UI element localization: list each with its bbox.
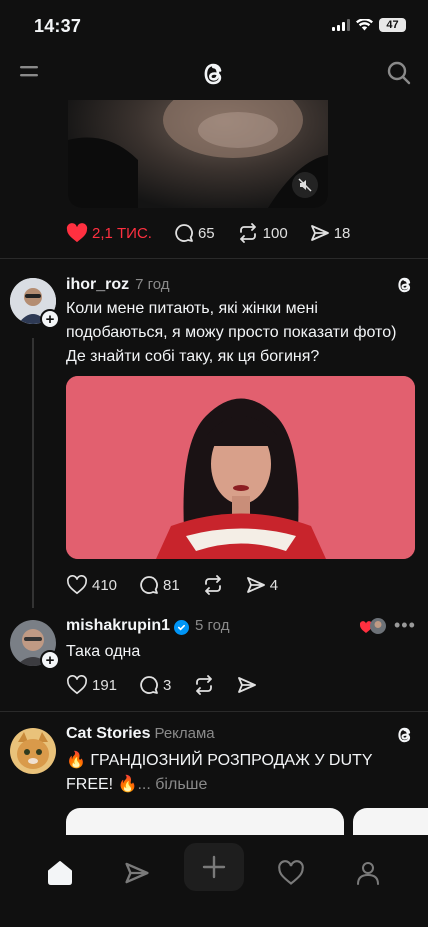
comment-icon xyxy=(140,676,158,694)
share-button[interactable]: 18 xyxy=(310,223,351,243)
like-button[interactable]: 2,1 ТИС. xyxy=(66,223,152,243)
ad-text-body: 🔥 ГРАНДІОЗНИЙ РОЗПРОДАЖ У DUTY FREE! 🔥 xyxy=(66,752,373,793)
username-text[interactable]: ihor_roz xyxy=(66,276,129,293)
share-button[interactable]: 4 xyxy=(246,575,278,595)
heart-filled-icon xyxy=(66,223,88,243)
threads-icon[interactable] xyxy=(394,274,416,296)
status-bar: 14:37 47 xyxy=(0,0,428,50)
comment-button[interactable]: 3 xyxy=(139,675,171,695)
threads-icon[interactable] xyxy=(394,724,416,746)
send-icon xyxy=(246,577,265,593)
status-icons: 47 xyxy=(332,18,406,32)
wifi-icon xyxy=(356,19,373,31)
send-icon xyxy=(310,225,329,241)
username-text[interactable]: Cat Stories xyxy=(66,725,150,742)
like-count: 191 xyxy=(92,676,118,694)
comment-icon xyxy=(175,224,193,242)
post-username[interactable]: ihor_roz 7 год xyxy=(66,276,170,294)
tab-profile[interactable] xyxy=(348,853,388,893)
mute-button[interactable] xyxy=(292,172,318,198)
repost-button[interactable] xyxy=(193,675,215,695)
comment-count: 65 xyxy=(197,224,215,242)
post-text: Коли мене питають, які жінки мені подоба… xyxy=(66,300,397,365)
reply-actions: 191 3 xyxy=(66,675,279,695)
repost-icon xyxy=(204,575,221,595)
tab-home[interactable] xyxy=(40,853,80,893)
repost-icon xyxy=(196,675,213,695)
author-liked-icon xyxy=(359,618,386,634)
send-icon xyxy=(238,677,257,693)
comment-count: 3 xyxy=(163,676,172,694)
divider xyxy=(0,258,428,259)
comment-count: 81 xyxy=(163,576,180,594)
heart-icon xyxy=(67,675,87,695)
comment-button[interactable]: 81 xyxy=(139,575,180,595)
tab-activity-send[interactable] xyxy=(117,853,157,893)
more-options-icon[interactable]: ••• xyxy=(394,615,416,636)
heart-icon xyxy=(67,575,87,595)
verified-badge-icon xyxy=(174,620,190,635)
share-count: 18 xyxy=(333,224,351,242)
reply-text: Така одна xyxy=(66,643,141,660)
profile-icon xyxy=(357,862,379,885)
ad-username[interactable]: Cat Stories Реклама xyxy=(66,725,215,743)
post-video[interactable] xyxy=(68,100,328,208)
portrait-photo xyxy=(66,376,415,559)
ad-text: 🔥 ГРАНДІОЗНИЙ РОЗПРОДАЖ У DUTY FREE! 🔥..… xyxy=(66,749,376,797)
like-button[interactable]: 410 xyxy=(66,575,117,595)
threads-logo-icon[interactable] xyxy=(198,58,230,90)
tab-activity[interactable] xyxy=(271,853,311,893)
repost-button[interactable]: 100 xyxy=(237,223,288,243)
like-count: 2,1 ТИС. xyxy=(92,224,152,242)
avatar-photo xyxy=(10,728,56,774)
plus-icon xyxy=(202,855,226,879)
post1-actions: 2,1 ТИС. 65 100 18 xyxy=(66,223,372,243)
username-text[interactable]: mishakrupin1 xyxy=(66,617,170,634)
status-time: 14:37 xyxy=(34,16,82,36)
menu-icon[interactable] xyxy=(18,62,40,80)
follow-plus-button[interactable]: + xyxy=(40,650,60,670)
speaker-muted-icon xyxy=(298,178,312,192)
repost-icon xyxy=(239,223,256,243)
home-icon xyxy=(48,861,72,885)
top-bar xyxy=(0,52,428,96)
sponsored-label: Реклама xyxy=(154,725,215,742)
share-count: 4 xyxy=(269,576,279,594)
send-icon xyxy=(125,862,149,884)
like-count: 410 xyxy=(92,576,118,594)
avatar[interactable] xyxy=(10,728,56,774)
share-button[interactable] xyxy=(237,675,257,695)
post-image[interactable] xyxy=(66,376,415,559)
battery-indicator: 47 xyxy=(379,18,406,32)
liked-by-author-indicator xyxy=(359,618,388,641)
reply-username[interactable]: mishakrupin1 5 год xyxy=(66,617,229,635)
heart-icon xyxy=(278,860,304,885)
signal-icon xyxy=(332,19,350,31)
video-frame xyxy=(68,100,328,208)
like-button[interactable]: 191 xyxy=(66,675,117,695)
tab-create[interactable] xyxy=(184,843,244,891)
comment-icon xyxy=(140,576,158,594)
follow-plus-button[interactable]: + xyxy=(40,309,60,329)
post2-actions: 410 81 4 xyxy=(66,575,300,595)
search-icon[interactable] xyxy=(386,60,412,86)
post-time: 7 год xyxy=(135,276,170,293)
repost-count: 100 xyxy=(262,224,288,242)
comment-button[interactable]: 65 xyxy=(174,223,215,243)
tab-bar xyxy=(0,835,428,927)
thread-line xyxy=(32,338,34,608)
repost-button[interactable] xyxy=(202,575,224,595)
more-link[interactable]: ... більше xyxy=(137,776,207,793)
divider xyxy=(0,711,428,712)
post-time: 5 год xyxy=(195,617,230,634)
